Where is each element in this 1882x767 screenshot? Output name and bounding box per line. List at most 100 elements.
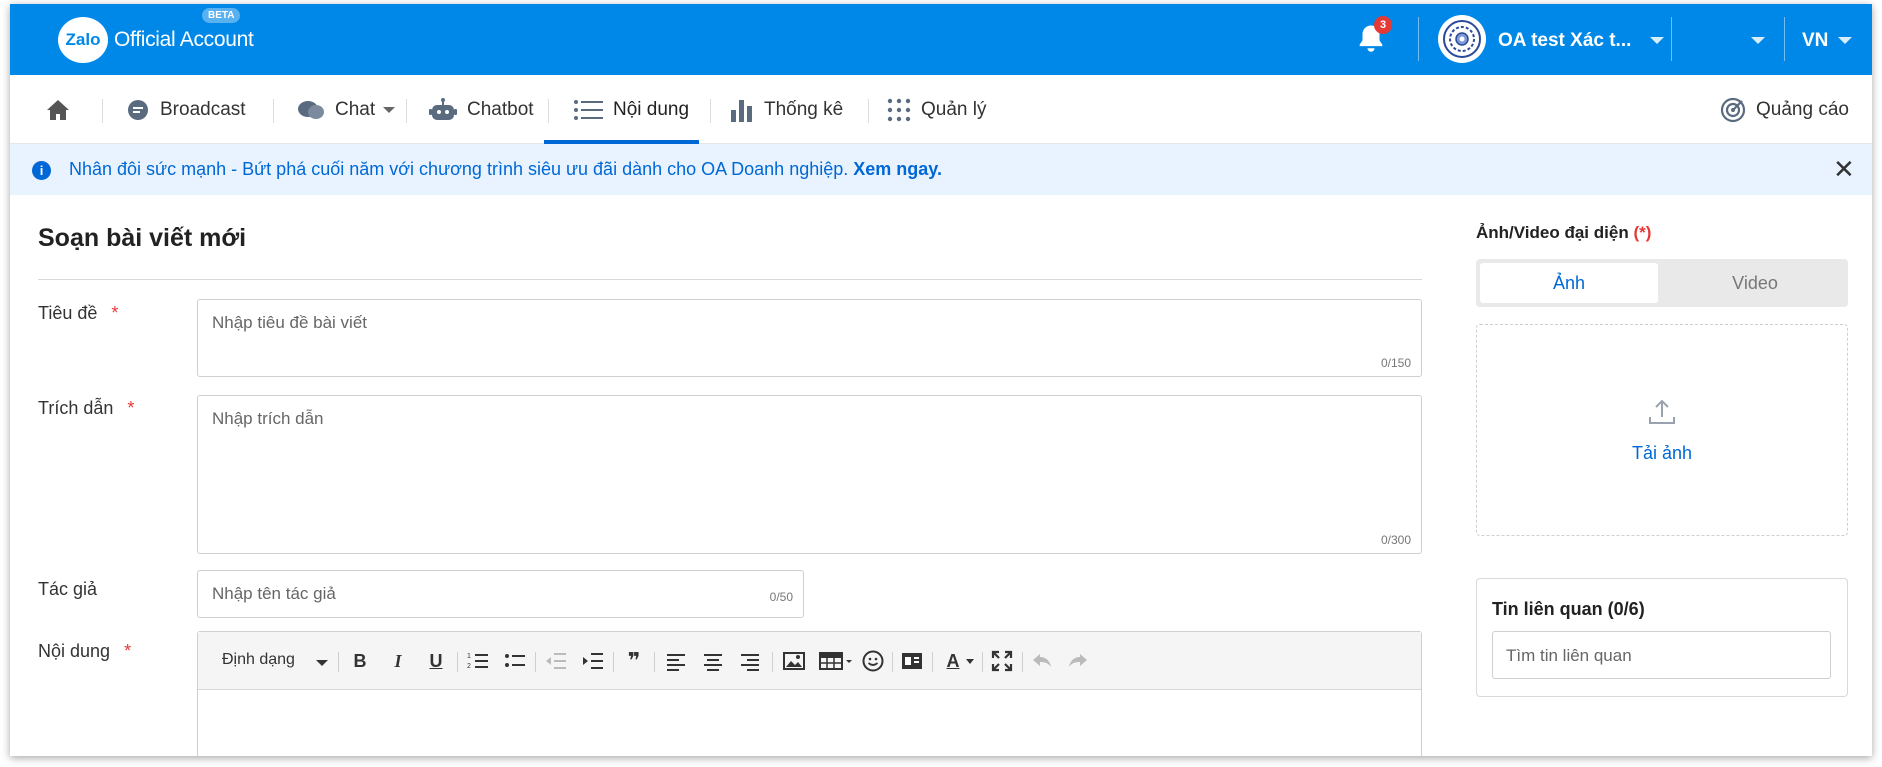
nav-content[interactable]: Nội dung [573, 75, 689, 144]
toolbar-divider [1022, 652, 1023, 672]
chevron-down-icon[interactable] [316, 660, 328, 666]
blockquote-button[interactable]: ❞ [622, 648, 646, 673]
grid-icon [887, 98, 911, 121]
nav-divider [710, 99, 711, 123]
nav-divider [548, 99, 549, 123]
underline-button[interactable]: U [424, 649, 448, 673]
nav-statistics[interactable]: Thống kê [730, 75, 843, 144]
title-placeholder: Nhập tiêu đề bài viết [212, 313, 367, 332]
target-icon [1720, 97, 1746, 122]
required-mark: (*) [1633, 223, 1652, 242]
align-center-icon[interactable] [701, 649, 725, 673]
table-icon[interactable] [818, 649, 854, 673]
account-dropdown-icon[interactable] [1650, 37, 1664, 44]
nav-label: Chatbot [467, 98, 534, 120]
toolbar-divider [338, 652, 339, 672]
tab-image[interactable]: Ảnh [1480, 263, 1658, 303]
menu-dropdown-icon[interactable] [1751, 37, 1765, 44]
editor-toolbar: Định dạng B I U 1 2 ❞ A [198, 632, 1421, 690]
nav-management[interactable]: Quản lý [887, 75, 986, 144]
text-color-button[interactable]: A [941, 649, 965, 673]
banner-link[interactable]: Xem ngay. [853, 159, 942, 179]
zalo-logo[interactable]: Zalo Official Account [58, 17, 254, 63]
format-dropdown[interactable]: Định dạng [222, 651, 295, 669]
nav-ads[interactable]: Quảng cáo [1720, 75, 1849, 144]
language-dropdown-icon[interactable] [1838, 37, 1852, 44]
nav-divider [406, 99, 407, 123]
excerpt-label-text: Trích dẫn [38, 398, 114, 418]
outdent-icon[interactable] [544, 649, 568, 673]
divider [38, 279, 1422, 280]
content-label-text: Nội dung [38, 641, 111, 661]
nav-divider [868, 99, 869, 123]
media-type-toggle: Ảnh Video [1476, 259, 1848, 307]
home-icon [47, 99, 69, 120]
ordered-list-icon[interactable]: 1 2 [466, 649, 490, 673]
seal-icon [1443, 20, 1481, 58]
image-icon[interactable] [782, 649, 806, 673]
nav-chat[interactable]: Chat [297, 75, 396, 144]
toolbar-divider [892, 652, 893, 672]
nav-home[interactable] [46, 75, 70, 144]
rich-text-editor[interactable]: Định dạng B I U 1 2 ❞ A [197, 631, 1422, 756]
nav-broadcast[interactable]: Broadcast [126, 75, 246, 144]
nav-label: Chat [335, 98, 376, 120]
content-label: Nội dung * [38, 641, 131, 662]
fullscreen-icon[interactable] [990, 649, 1014, 673]
indent-icon[interactable] [581, 649, 605, 673]
redo-icon[interactable] [1066, 649, 1090, 673]
chevron-down-icon[interactable] [966, 659, 974, 664]
nav-label: Nội dung [613, 98, 690, 120]
list-icon [574, 99, 603, 120]
align-right-icon[interactable] [738, 649, 762, 673]
title-label-text: Tiêu đề [38, 303, 98, 323]
chat-icon [298, 100, 324, 119]
toolbar-divider [982, 652, 983, 672]
required-mark: * [111, 303, 119, 323]
nav-label: Broadcast [160, 98, 246, 120]
broadcast-icon [128, 99, 148, 120]
logo-text: Official Account [114, 28, 254, 51]
bold-button[interactable]: B [348, 649, 372, 673]
toolbar-divider [654, 652, 655, 672]
page-title: Soạn bài viết mới [38, 224, 247, 252]
close-icon[interactable]: ✕ [1833, 156, 1855, 182]
related-search-input[interactable]: Tìm tin liên quan [1492, 631, 1831, 679]
nav-divider [273, 99, 274, 123]
nav-label: Thống kê [764, 98, 844, 120]
author-counter: 0/50 [769, 590, 793, 604]
title-input[interactable]: Nhập tiêu đề bài viết 0/150 [197, 299, 1422, 377]
undo-icon[interactable] [1030, 649, 1054, 673]
svg-text:1: 1 [467, 653, 471, 660]
nav-label: Quảng cáo [1756, 98, 1849, 120]
nav-chatbot[interactable]: Chatbot [429, 75, 534, 144]
language-selector[interactable]: VN [1802, 30, 1828, 52]
nav-divider [102, 99, 103, 123]
image-upload-dropzone[interactable]: Tải ảnh [1476, 324, 1848, 536]
author-placeholder: Nhập tên tác giả [212, 584, 336, 603]
align-left-icon[interactable] [664, 649, 688, 673]
banner-text: Nhân đôi sức mạnh - Bứt phá cuối năm với… [69, 159, 849, 179]
banner-message: Nhân đôi sức mạnh - Bứt phá cuối năm với… [69, 159, 942, 180]
toolbar-divider [535, 652, 536, 672]
svg-text:2: 2 [467, 663, 471, 670]
account-name[interactable]: OA test Xác t... [1498, 30, 1631, 52]
related-posts-panel: Tin liên quan (0/6) Tìm tin liên quan [1476, 578, 1848, 697]
media-panel-title-text: Ảnh/Video đại diện [1476, 223, 1629, 242]
beta-badge: BETA [202, 8, 241, 23]
tab-video[interactable]: Video [1666, 263, 1844, 303]
upload-label[interactable]: Tải ảnh [1477, 443, 1847, 464]
embed-media-icon[interactable] [900, 649, 924, 673]
excerpt-input[interactable]: Nhập trích dẫn 0/300 [197, 395, 1422, 554]
app-window: Zalo Official Account BETA 3 OA test Xác… [10, 4, 1872, 756]
account-avatar[interactable] [1438, 15, 1486, 63]
excerpt-counter: 0/300 [1380, 533, 1411, 547]
nav-label: Quản lý [921, 98, 987, 120]
info-icon: i [32, 161, 51, 180]
emoji-icon[interactable] [861, 649, 885, 673]
italic-button[interactable]: I [386, 649, 410, 673]
title-counter: 0/150 [1380, 356, 1411, 370]
required-mark: * [127, 398, 135, 418]
bullet-list-icon[interactable] [503, 649, 527, 673]
author-input[interactable]: Nhập tên tác giả 0/50 [197, 570, 804, 618]
